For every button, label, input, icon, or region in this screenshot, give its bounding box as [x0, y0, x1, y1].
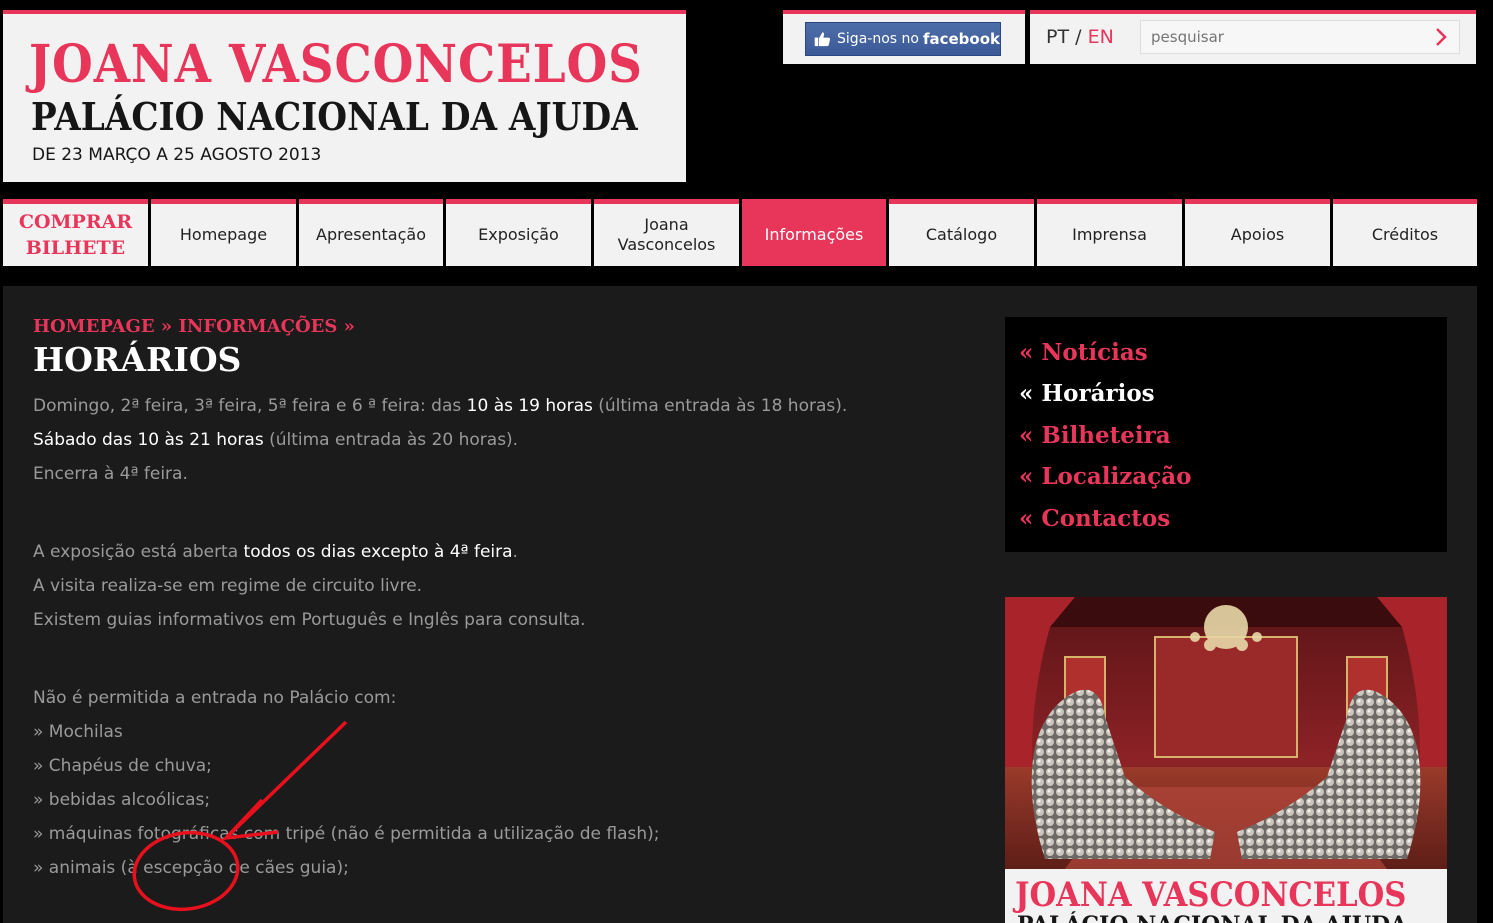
nav-joana-line2: Vasconcelos	[617, 235, 716, 254]
restriction-item: » Mochilas	[33, 722, 123, 742]
breadcrumb: HOMEPAGE » INFORMAÇÕES »	[33, 316, 355, 337]
lang-separator: /	[1075, 26, 1082, 48]
visit-mode: A visita realiza-se em regime de circuit…	[33, 576, 423, 596]
opening-days-highlight: todos os dias excepto à 4ª feira	[243, 542, 513, 562]
opening-days-end: .	[512, 542, 518, 562]
breadcrumb-section-link[interactable]: INFORMAÇÕES	[178, 316, 337, 337]
closed-day: Encerra à 4ª feira.	[33, 464, 188, 484]
lang-en-link[interactable]: EN	[1088, 26, 1114, 48]
hours-saturday-time: Sábado das 10 às 21 horas	[33, 430, 264, 450]
logo-artist-name: JOANA VASCONCELOS	[29, 34, 643, 95]
sidebar-item-bilheteira[interactable]: « Bilheteira	[1019, 422, 1171, 449]
chevron-right-icon[interactable]	[1431, 26, 1451, 48]
site-logo[interactable]: JOANA VASCONCELOS PALÁCIO NACIONAL DA AJ…	[3, 10, 686, 182]
hours-saturday-note: (última entrada às 20 horas).	[263, 430, 519, 450]
hours-weekdays-text: Domingo, 2ª feira, 3ª feira, 5ª feira e …	[33, 396, 467, 416]
nav-joana-vasconcelos[interactable]: Joana Vasconcelos	[594, 199, 739, 266]
hours-weekdays-note: (última entrada às 18 horas).	[592, 396, 848, 416]
nav-homepage[interactable]: Homepage	[151, 199, 296, 266]
nav-catalogo[interactable]: Catálogo	[889, 199, 1034, 266]
search-input[interactable]	[1141, 21, 1421, 53]
breadcrumb-separator: »	[343, 316, 355, 337]
restrictions-heading: Não é permitida a entrada no Palácio com…	[33, 688, 397, 708]
buy-ticket-line1: COMPRAR	[18, 211, 133, 233]
thumbs-up-icon	[814, 32, 831, 47]
page-title: HORÁRIOS	[33, 340, 242, 379]
promo-banner[interactable]: JOANA VASCONCELOS PALÁCIO NACIONAL DA AJ…	[1005, 597, 1447, 923]
language-search-panel: PT / EN	[1030, 10, 1476, 64]
nav-joana-line1: Joana	[644, 215, 689, 234]
sidebar-item-horarios[interactable]: « Horários	[1019, 380, 1155, 407]
buy-ticket-line2: BILHETE	[25, 237, 126, 259]
hours-saturday: Sábado das 10 às 21 horas (última entrad…	[33, 430, 518, 450]
restriction-item: » Chapéus de chuva;	[33, 756, 212, 776]
hours-weekdays-time: 10 às 19 horas	[466, 396, 593, 416]
opening-days-text: A exposição está aberta	[33, 542, 244, 562]
breadcrumb-separator: »	[160, 316, 173, 337]
sidebar-item-contactos[interactable]: « Contactos	[1019, 505, 1170, 532]
hours-weekdays: Domingo, 2ª feira, 3ª feira, 5ª feira e …	[33, 396, 847, 416]
nav-imprensa[interactable]: Imprensa	[1037, 199, 1182, 266]
facebook-panel: Siga-nos no facebook	[783, 10, 1025, 64]
promo-venue: PALÁCIO NACIONAL DA AJUDA	[1017, 912, 1407, 923]
nav-exposicao[interactable]: Exposição	[446, 199, 591, 266]
sidebar-item-localizacao[interactable]: « Localização	[1019, 463, 1192, 490]
search-box	[1140, 20, 1460, 54]
restriction-item: » animais (à escepção de cães guia);	[33, 858, 349, 878]
promo-artist-name: JOANA VASCONCELOS	[1015, 875, 1407, 915]
nav-apresentacao[interactable]: Apresentação	[299, 199, 443, 266]
exhibition-photo	[1005, 597, 1447, 869]
nav-informacoes[interactable]: Informações	[742, 199, 886, 266]
buy-ticket-button[interactable]: COMPRAR BILHETE	[3, 199, 148, 266]
sidebar-menu: « Notícias « Horários « Bilheteira « Loc…	[1005, 317, 1447, 552]
guides-info: Existem guias informativos em Português …	[33, 610, 586, 630]
facebook-follow-button[interactable]: Siga-nos no facebook	[805, 22, 1001, 56]
facebook-follow-text: Siga-nos no	[837, 31, 919, 47]
language-switcher: PT / EN	[1046, 26, 1114, 48]
sidebar-item-noticias[interactable]: « Notícias	[1019, 339, 1148, 366]
logo-venue: PALÁCIO NACIONAL DA AJUDA	[31, 94, 638, 139]
logo-dates: DE 23 MARÇO A 25 AGOSTO 2013	[32, 145, 322, 165]
facebook-brand: facebook	[922, 30, 1000, 48]
restriction-item: » bebidas alcoólicas;	[33, 790, 211, 810]
opening-days: A exposição está aberta todos os dias ex…	[33, 542, 518, 562]
lang-pt-link[interactable]: PT	[1046, 26, 1069, 48]
restriction-item: » máquinas fotográficas com tripé (não é…	[33, 824, 660, 844]
breadcrumb-home-link[interactable]: HOMEPAGE	[33, 316, 155, 337]
nav-creditos[interactable]: Créditos	[1333, 199, 1477, 266]
nav-apoios[interactable]: Apoios	[1185, 199, 1330, 266]
main-nav: COMPRAR BILHETE Homepage Apresentação Ex…	[3, 199, 1477, 266]
